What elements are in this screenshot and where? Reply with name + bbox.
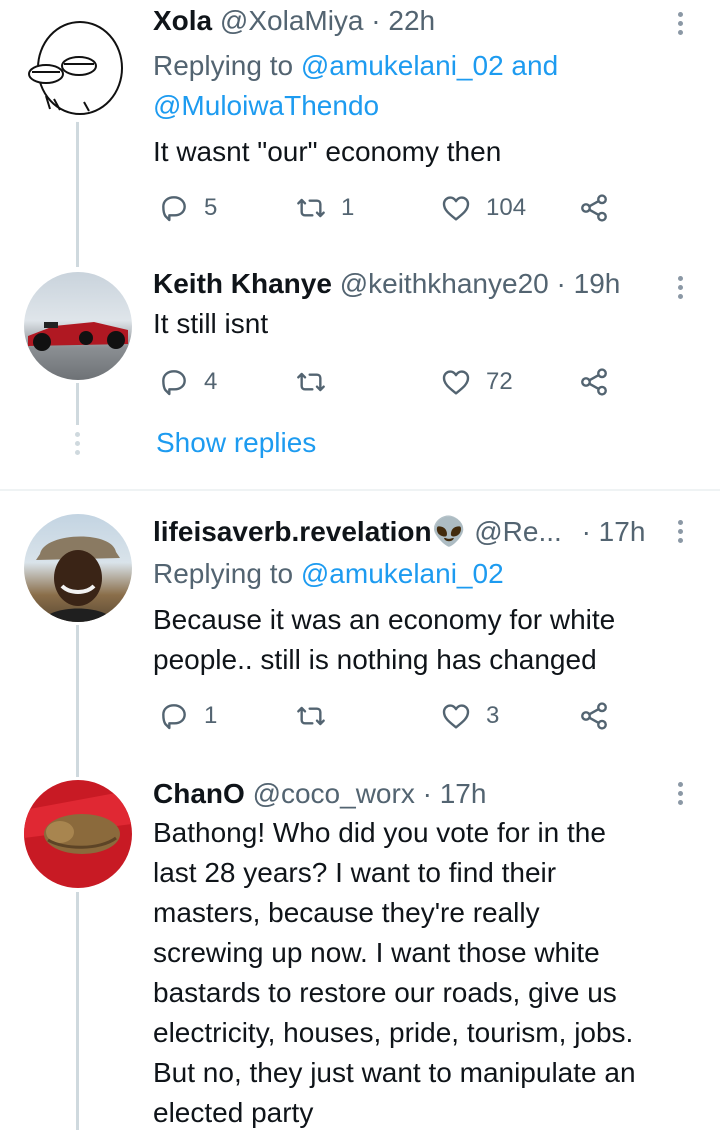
share-icon — [581, 194, 607, 222]
tweet-text: It wasnt "our" economy then — [153, 136, 502, 167]
show-replies-link[interactable]: Show replies — [156, 427, 316, 459]
display-name[interactable]: ChanO — [153, 778, 245, 809]
display-name[interactable]: Keith Khanye — [153, 268, 332, 299]
share-button[interactable] — [578, 192, 610, 224]
avatar[interactable] — [24, 780, 132, 888]
avatar[interactable] — [24, 272, 132, 380]
more-vertical-icon[interactable] — [673, 782, 687, 809]
more-vertical-icon[interactable] — [673, 12, 687, 39]
share-button[interactable] — [578, 366, 610, 398]
retweet-icon — [297, 706, 325, 726]
mention-link[interactable]: @amukelani_02 — [301, 558, 504, 589]
divider — [0, 489, 720, 491]
thread-line — [76, 625, 79, 777]
tweet-header: Xola @XolaMiya · 22h — [153, 5, 435, 37]
heart-icon — [442, 704, 470, 729]
retweet-button[interactable] — [295, 700, 341, 732]
heart-icon — [442, 196, 470, 221]
mention-link[interactable]: @amukelani_02 — [301, 50, 504, 81]
replying-to: Replying to @amukelani_02 — [153, 558, 504, 589]
thread-line — [76, 892, 79, 1130]
alien-emoji: 👽 — [431, 516, 467, 547]
reply-button[interactable]: 5 — [158, 192, 217, 224]
tweet-text: Because it was an economy for white peop… — [153, 604, 616, 675]
share-button[interactable] — [578, 700, 610, 732]
timestamp[interactable]: · 17h — [582, 516, 646, 547]
handle[interactable]: @XolaMiya — [220, 5, 364, 36]
reply-button[interactable]: 1 — [158, 700, 217, 732]
retweet-icon — [297, 372, 325, 392]
thread-line — [76, 383, 79, 425]
more-vertical-icon[interactable] — [673, 520, 687, 547]
like-button[interactable]: 3 — [440, 700, 499, 732]
tweet-header: ChanO @coco_worx · 17h — [153, 778, 486, 810]
thread-gap-dots — [75, 432, 80, 455]
timestamp[interactable]: · 19h — [557, 268, 621, 299]
avatar[interactable] — [24, 14, 132, 122]
retweet-icon — [297, 198, 325, 218]
like-button[interactable]: 104 — [440, 192, 526, 224]
reply-icon — [162, 704, 186, 730]
more-vertical-icon[interactable] — [673, 276, 687, 303]
tweet-header: Keith Khanye @keithkhanye20 · 19h — [153, 268, 620, 300]
handle[interactable]: @Re... — [474, 516, 562, 547]
timestamp[interactable]: · 17h — [423, 778, 487, 809]
tweet-text: Bathong! Who did you vote for in the las… — [153, 817, 636, 1128]
share-icon — [581, 702, 607, 730]
reply-icon — [162, 370, 186, 396]
handle[interactable]: @keithkhanye20 — [340, 268, 549, 299]
tweet-header: lifeisaverb.revelation👽 @Re... · 17h — [153, 515, 645, 548]
handle[interactable]: @coco_worx — [253, 778, 415, 809]
tweet-text: It still isnt — [153, 308, 269, 339]
like-button[interactable]: 72 — [440, 366, 513, 398]
avatar[interactable] — [24, 514, 132, 622]
share-icon — [581, 368, 607, 396]
display-name[interactable]: lifeisaverb.revelation — [153, 516, 432, 547]
timestamp[interactable]: · 22h — [371, 5, 435, 36]
reply-icon — [162, 196, 186, 222]
retweet-button[interactable]: 1 — [295, 192, 354, 224]
heart-icon — [442, 370, 470, 395]
thread-line — [76, 115, 79, 267]
replying-to: Replying to @amukelani_02 and @MuloiwaTh… — [153, 50, 559, 121]
display-name[interactable]: Xola — [153, 5, 212, 36]
reply-button[interactable]: 4 — [158, 366, 217, 398]
retweet-button[interactable] — [295, 366, 341, 398]
mention-link[interactable]: @MuloiwaThendo — [153, 90, 379, 121]
